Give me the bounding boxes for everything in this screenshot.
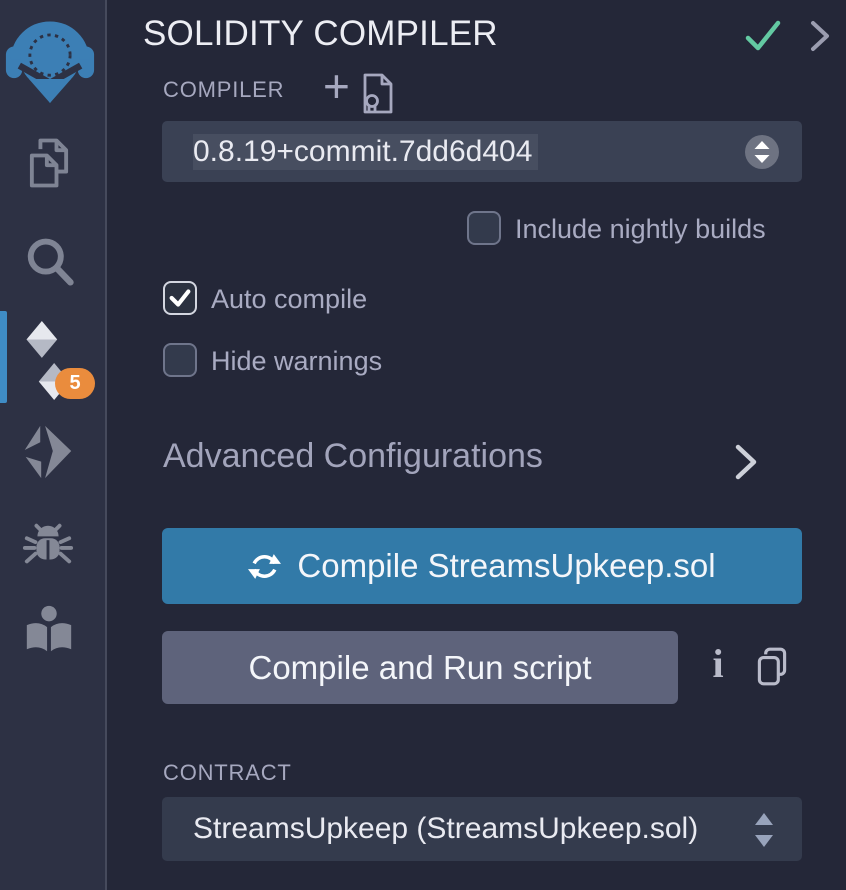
- info-icon[interactable]: i: [705, 640, 731, 687]
- select-up-down-circle-icon: [744, 134, 780, 175]
- compiler-version-value: 0.8.19+commit.7dd6d404: [193, 134, 538, 170]
- remix-logo-icon[interactable]: [4, 10, 96, 104]
- compile-success-check-icon: [743, 18, 783, 59]
- compile-button[interactable]: Compile StreamsUpkeep.sol: [162, 528, 802, 604]
- advanced-configurations-toggle[interactable]: Advanced Configurations: [163, 437, 803, 481]
- advanced-configurations-label: Advanced Configurations: [163, 437, 543, 475]
- panel-collapse-chevron-icon[interactable]: [809, 19, 833, 58]
- refresh-icon: [248, 550, 281, 583]
- file-seal-icon[interactable]: [358, 70, 398, 121]
- compiler-error-badge: 5: [55, 368, 95, 399]
- compile-button-label: Compile StreamsUpkeep.sol: [297, 547, 715, 585]
- icon-sidebar: 5: [0, 0, 107, 890]
- contract-select-value: StreamsUpkeep (StreamsUpkeep.sol): [193, 812, 698, 846]
- copy-icon[interactable]: [753, 646, 791, 693]
- book-reader-icon[interactable]: [22, 602, 76, 663]
- compiler-version-select[interactable]: 0.8.19+commit.7dd6d404: [162, 121, 802, 182]
- ethereum-deploy-icon[interactable]: [16, 419, 78, 488]
- compiler-section-label: COMPILER: [163, 77, 284, 103]
- hide-warnings-checkbox[interactable]: [163, 343, 197, 377]
- search-icon[interactable]: [21, 234, 77, 297]
- solidity-compiler-panel: SOLIDITY COMPILER COMPILER + 0.8.19+comm…: [107, 0, 846, 890]
- add-custom-compiler-icon[interactable]: +: [323, 63, 350, 109]
- page-title: SOLIDITY COMPILER: [143, 14, 498, 54]
- advanced-chevron-right-icon: [734, 442, 759, 487]
- auto-compile-label[interactable]: Auto compile: [211, 282, 367, 316]
- remix-app: 5: [0, 0, 846, 890]
- hide-warnings-label[interactable]: Hide warnings: [211, 344, 382, 378]
- bug-debugger-icon[interactable]: [21, 517, 75, 578]
- include-nightly-label[interactable]: Include nightly builds: [515, 212, 766, 246]
- contract-select[interactable]: StreamsUpkeep (StreamsUpkeep.sol): [162, 797, 802, 861]
- compile-and-run-button[interactable]: Compile and Run script: [162, 631, 678, 704]
- auto-compile-checkbox[interactable]: [163, 281, 197, 315]
- include-nightly-checkbox[interactable]: [467, 211, 501, 245]
- file-explorer-icon[interactable]: [19, 133, 79, 198]
- contract-section-label: CONTRACT: [163, 760, 292, 786]
- active-plugin-indicator: [0, 311, 7, 403]
- select-up-down-arrows-icon: [754, 813, 774, 852]
